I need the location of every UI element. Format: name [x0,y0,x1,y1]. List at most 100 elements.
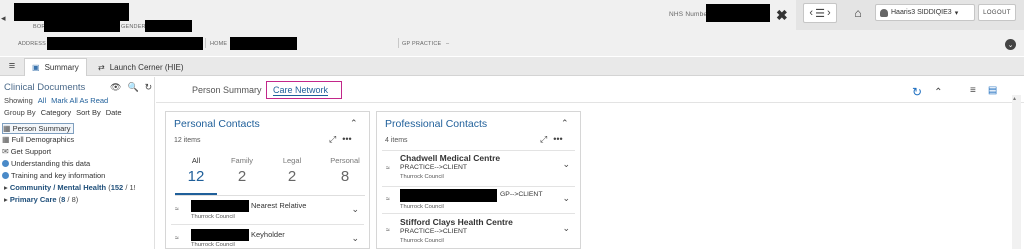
home-button[interactable]: ⌂ [846,3,870,23]
showing-all-link[interactable]: All [38,96,46,105]
contact-relationship: PRACTICE-->CLIENT [400,228,468,235]
contact-name: Stifford Clays Health Centre [400,217,513,227]
document-get-support[interactable]: ✉ Get Support [2,147,51,156]
grid-icon: ▦ [3,124,11,133]
document-understanding-data[interactable]: Understanding this data [2,159,90,168]
document-label: Person Summary [12,124,71,133]
view-tools-right: ≡ ▤ [970,85,997,96]
list-icon[interactable]: ☰ [815,7,825,20]
group-by-value[interactable]: Category [41,108,71,117]
scroll-up-icon[interactable]: ▴ [1013,95,1016,102]
professional-contact-row[interactable]: ≈ GP-->CLIENT Thurrock Council ⌄ [377,187,580,213]
grid-icon: ▦ [2,135,10,144]
expand-row-icon[interactable]: ⌄ [351,204,359,215]
contact-name-redaction [191,229,249,241]
close-icon[interactable]: ✖ [776,7,788,24]
filter-count: 8 [340,168,350,185]
filter-personal[interactable]: Personal 8 [322,156,368,185]
user-menu[interactable]: Haaris3 SIDDIQIE3 ▾ [875,4,975,21]
subtab-person-summary[interactable]: Person Summary [192,85,262,95]
refresh-icon[interactable]: ↻ [145,82,153,93]
envelope-icon: ✉ [2,147,9,156]
contact-icon: ≈ [386,227,390,234]
chevron-left-icon[interactable]: ‹ [809,7,813,19]
filter-count: 2 [287,168,297,185]
professional-contact-row[interactable]: ≈ Stifford Clays Health Centre PRACTICE-… [377,214,580,248]
patient-list-navigation[interactable]: ‹ ☰ › [803,3,837,23]
contact-icon: ≈ [175,206,179,213]
tree-label: Primary Care [9,195,57,204]
born-redaction [44,20,120,32]
search-icon[interactable]: 🔍 [127,82,138,93]
card-tools: ⤢ ••• [540,134,563,145]
showing-row: Showing All Mark All As Read [4,96,108,105]
professional-contact-row[interactable]: ≈ Chadwell Medical Centre PRACTICE-->CLI… [377,152,580,186]
back-arrow-icon[interactable]: ◂ [1,13,6,24]
card-view-icon[interactable]: ▤ [988,85,997,96]
list-view-icon[interactable]: ≡ [970,85,976,96]
main-content: Person Summary Care Network ↻ ⌃ ≡ ▤ ▴ Pe… [156,77,1024,249]
tree-count-total: / 1! [123,183,136,192]
filter-all[interactable]: All 12 [173,156,219,185]
filter-family[interactable]: Family 2 [219,156,265,185]
collapse-card-icon[interactable]: ⌃ [561,118,569,129]
tree-label: Community / Mental Health [9,183,107,192]
nhs-number-label: NHS Number [669,11,710,18]
subtab-divider [156,102,1024,103]
more-options-icon[interactable]: ••• [553,134,562,145]
expand-icon[interactable]: ⤢ [540,134,547,145]
expand-row-icon[interactable]: ⌄ [562,193,570,204]
address-redaction [47,37,203,50]
collapse-card-icon[interactable]: ⌃ [350,118,358,129]
filter-count: 2 [237,168,247,185]
logout-button[interactable]: LOGOUT [978,4,1016,21]
subtab-care-network[interactable]: Care Network [273,85,329,96]
document-training-info[interactable]: Training and key information [2,171,105,180]
more-options-icon[interactable]: ••• [342,134,351,145]
tab-summary[interactable]: ▣ Summary [24,58,87,76]
nhs-number-redaction [706,4,770,22]
expand-banner-icon[interactable]: ⌄ [1005,39,1016,50]
collapse-icon[interactable]: ⌃ [934,87,942,98]
sort-by-value[interactable]: Date [106,108,122,117]
tab-bar: ≡ ▣ Summary ⇄ Launch Cerner (HIE) [0,57,1024,76]
contact-name-redaction [400,189,497,202]
tree-primary-care[interactable]: ▸ Primary Care (8 / 8) [4,195,78,204]
tree-community-mental-health[interactable]: ▸ Community / Mental Health (152 / 1! [4,183,136,192]
contact-name: Chadwell Medical Centre [400,153,501,163]
sidebar-tools: 👁 🔍 ↻ [110,82,152,93]
filter-label: Personal [330,156,360,165]
contact-relationship: GP-->CLIENT [500,191,543,198]
address-label: ADDRESS [18,41,46,47]
eye-icon[interactable]: 👁 [110,82,121,93]
contact-org: Thurrock Council [191,214,235,220]
item-count: 12 items [174,137,201,144]
patient-name-redaction [14,3,129,21]
contact-row[interactable]: ≈ Keyholder Thurrock Council ⌄ [166,225,369,250]
contact-org: Thurrock Council [400,204,444,210]
filter-legal[interactable]: Legal 2 [269,156,315,185]
filter-divider [175,195,365,196]
contact-icon: ≈ [386,165,390,172]
mark-all-read-link[interactable]: Mark All As Read [51,96,108,105]
group-sort-row: Group By Category Sort By Date [4,108,122,117]
expand-row-icon[interactable]: ⌄ [562,159,570,170]
group-by-label: Group By [4,108,36,117]
sort-by-label: Sort By [76,108,101,117]
contact-row[interactable]: ≈ Nearest Relative Thurrock Council ⌄ [166,197,369,224]
tab-launch-cerner[interactable]: ⇄ Launch Cerner (HIE) [91,58,191,76]
chevron-right-icon[interactable]: › [827,7,831,19]
contact-org: Thurrock Council [400,174,444,180]
scrollbar[interactable] [1012,95,1021,249]
document-full-demographics[interactable]: ▦ Full Demographics [2,135,74,144]
expand-icon[interactable]: ⤢ [329,134,336,145]
document-person-summary[interactable]: ▦ Person Summary [2,123,74,134]
refresh-icon[interactable]: ↻ [912,85,922,99]
menu-icon[interactable]: ≡ [5,59,19,73]
document-label: Full Demographics [11,135,75,144]
card-title: Personal Contacts [174,118,260,130]
expand-row-icon[interactable]: ⌄ [351,233,359,244]
summary-icon: ▣ [32,63,40,72]
expand-row-icon[interactable]: ⌄ [562,223,570,234]
info-icon [2,160,9,167]
